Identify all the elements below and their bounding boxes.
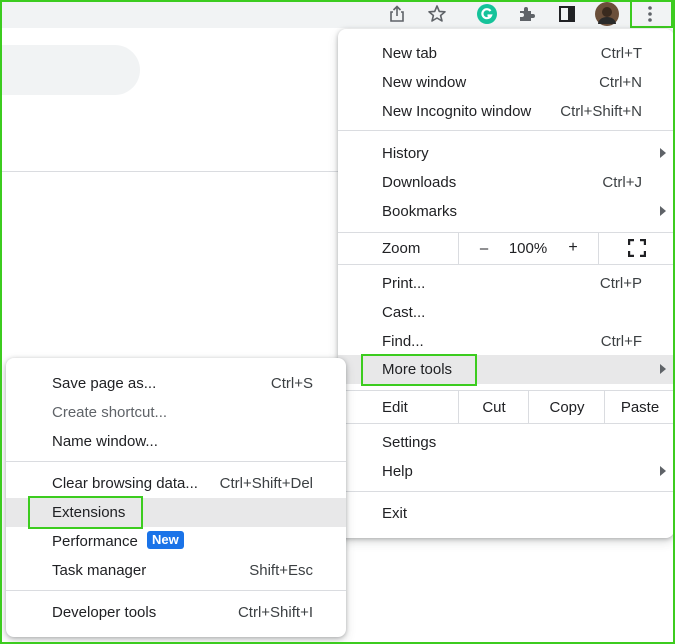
exit-label: Exit [382, 505, 408, 522]
submenu-arrow-icon [660, 466, 666, 476]
cut-button[interactable]: Cut [458, 391, 529, 423]
submenu-item-clear-data[interactable]: Clear browsing data... Ctrl+Shift+Del [6, 469, 346, 498]
clear-data-shortcut: Ctrl+Shift+Del [219, 475, 313, 492]
more-tools-submenu: Save page as... Ctrl+S Create shortcut..… [6, 358, 346, 637]
submenu-arrow-icon [660, 148, 666, 158]
new-incognito-shortcut: Ctrl+Shift+N [560, 103, 642, 120]
name-window-label: Name window... [52, 433, 158, 450]
dev-tools-shortcut: Ctrl+Shift+I [237, 604, 313, 621]
clear-data-label: Clear browsing data... [52, 475, 198, 492]
side-panel-icon[interactable] [555, 2, 579, 26]
zoom-in-button[interactable]: + [550, 232, 596, 264]
browser-toolbar [0, 0, 675, 28]
grammarly-icon[interactable] [475, 2, 499, 26]
zoom-row: Zoom – 100% + [338, 232, 674, 264]
share-icon[interactable] [385, 2, 409, 26]
page-divider [0, 171, 340, 172]
paste-button[interactable]: Paste [604, 391, 675, 423]
menu-item-exit[interactable]: Exit [338, 499, 674, 528]
downloads-label: Downloads [382, 174, 457, 191]
menu-separator [6, 590, 346, 591]
bookmark-star-icon[interactable] [425, 2, 449, 26]
extensions-puzzle-icon[interactable] [515, 2, 539, 26]
menu-separator [338, 130, 674, 131]
menu-item-print[interactable]: Print... Ctrl+P [338, 269, 674, 298]
profile-avatar[interactable] [595, 2, 619, 26]
menu-item-new-tab[interactable]: New tab Ctrl+T [338, 39, 674, 68]
new-tab-shortcut: Ctrl+T [600, 45, 642, 62]
dev-tools-label: Developer tools [52, 604, 157, 621]
history-label: History [382, 145, 429, 162]
menu-item-new-window[interactable]: New window Ctrl+N [338, 68, 674, 97]
submenu-item-performance[interactable]: Performance New [6, 527, 346, 556]
zoom-out-button[interactable]: – [458, 232, 509, 264]
edit-label: Edit [382, 399, 408, 416]
extensions-highlight [28, 496, 143, 529]
new-tab-label: New tab [382, 45, 438, 62]
menu-separator [338, 423, 674, 424]
submenu-arrow-icon [660, 206, 666, 216]
submenu-item-save-page[interactable]: Save page as... Ctrl+S [6, 369, 346, 398]
new-badge: New [147, 531, 184, 549]
fullscreen-icon [628, 239, 646, 257]
chrome-main-menu: New tab Ctrl+T New window Ctrl+N New Inc… [338, 29, 674, 538]
new-window-shortcut: Ctrl+N [599, 74, 642, 91]
zoom-level: 100% [508, 239, 548, 257]
print-label: Print... [382, 275, 426, 292]
fullscreen-button[interactable] [598, 232, 675, 264]
create-shortcut-label: Create shortcut... [52, 404, 168, 421]
menu-separator [338, 491, 674, 492]
edit-row: Edit Cut Copy Paste [338, 391, 674, 423]
new-incognito-label: New Incognito window [382, 103, 532, 120]
menu-button-highlight [630, 0, 673, 28]
bookmarks-label: Bookmarks [382, 203, 458, 220]
menu-item-new-incognito[interactable]: New Incognito window Ctrl+Shift+N [338, 97, 674, 126]
menu-item-cast[interactable]: Cast... [338, 298, 674, 327]
find-shortcut: Ctrl+F [600, 333, 642, 350]
more-tools-highlight [361, 354, 477, 386]
print-shortcut: Ctrl+P [599, 275, 642, 292]
settings-label: Settings [382, 434, 437, 451]
task-manager-label: Task manager [52, 562, 147, 579]
performance-label: Performance [52, 533, 138, 550]
search-box[interactable] [0, 45, 140, 95]
cast-label: Cast... [382, 304, 426, 321]
new-window-label: New window [382, 74, 467, 91]
menu-item-settings[interactable]: Settings [338, 428, 674, 457]
copy-button[interactable]: Copy [528, 391, 605, 423]
save-page-label: Save page as... [52, 375, 157, 392]
save-page-shortcut: Ctrl+S [270, 375, 313, 392]
zoom-label: Zoom [382, 240, 421, 257]
menu-separator [6, 461, 346, 462]
menu-item-history[interactable]: History [338, 139, 674, 168]
downloads-shortcut: Ctrl+J [602, 174, 642, 191]
submenu-item-task-manager[interactable]: Task manager Shift+Esc [6, 556, 346, 585]
find-label: Find... [382, 333, 424, 350]
menu-item-downloads[interactable]: Downloads Ctrl+J [338, 168, 674, 197]
submenu-arrow-icon [660, 364, 666, 374]
submenu-item-developer-tools[interactable]: Developer tools Ctrl+Shift+I [6, 598, 346, 627]
menu-separator [338, 264, 674, 265]
submenu-item-name-window[interactable]: Name window... [6, 427, 346, 456]
task-manager-shortcut: Shift+Esc [249, 562, 313, 579]
menu-item-find[interactable]: Find... Ctrl+F [338, 327, 674, 356]
menu-item-bookmarks[interactable]: Bookmarks [338, 197, 674, 226]
help-label: Help [382, 463, 413, 480]
menu-item-help[interactable]: Help [338, 457, 674, 486]
submenu-item-create-shortcut[interactable]: Create shortcut... [6, 398, 346, 427]
